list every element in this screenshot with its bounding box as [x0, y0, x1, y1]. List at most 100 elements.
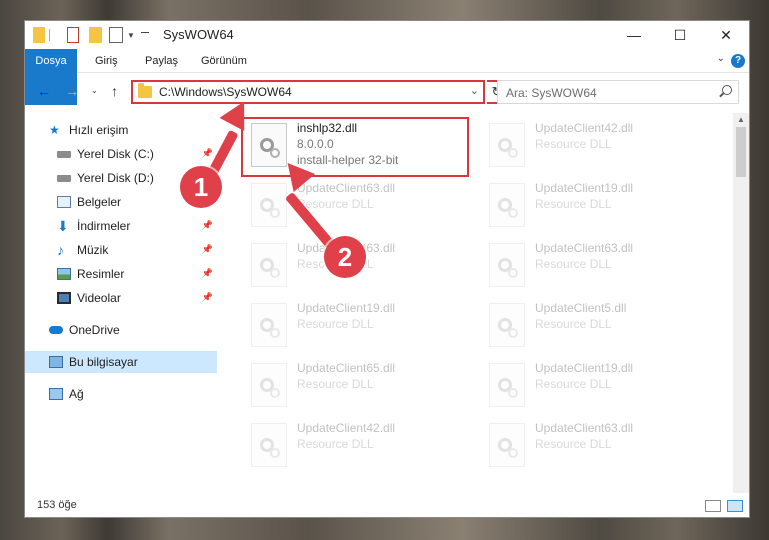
pin-icon[interactable]: 📌 [202, 268, 213, 279]
file-item[interactable]: UpdateClient63.dll Resource DLL [483, 417, 711, 473]
file-explorer-window: ▼ SysWOW64 — ☐ ✕ Dosya Giriş Paylaş Görü… [24, 20, 750, 518]
forward-arrow-icon[interactable]: → [65, 83, 79, 99]
close-button[interactable]: ✕ [703, 21, 749, 49]
dll-file-icon [251, 363, 287, 407]
pin-icon[interactable]: 📌 [202, 292, 213, 303]
nav-label: Yerel Disk (C:) [77, 147, 154, 161]
file-name: UpdateClient19.dll [535, 181, 634, 195]
back-arrow-icon[interactable]: ← [37, 83, 51, 99]
nav-label: Videolar [77, 291, 121, 305]
up-arrow-icon[interactable]: ↑ [111, 83, 118, 99]
address-bar[interactable]: C:\Windows\SysWOW64 ⌄ [131, 80, 485, 104]
item-count: 153 öğe [37, 499, 77, 511]
new-folder-icon[interactable] [89, 27, 102, 43]
search-icon[interactable] [722, 85, 732, 95]
dll-file-icon [489, 243, 525, 287]
file-item[interactable]: UpdateClient42.dll Resource DLL [245, 417, 473, 473]
file-item[interactable]: UpdateClient19.dll Resource DLL [483, 357, 711, 413]
file-name: UpdateClient42.dll [535, 121, 634, 135]
tab-home[interactable]: Giriş [85, 49, 128, 73]
step-badge-2: 2 [324, 236, 366, 278]
vertical-scrollbar[interactable]: ▲ [733, 113, 749, 493]
properties-icon[interactable] [67, 27, 79, 43]
nav-item-videos[interactable]: Videolar 📌 [25, 287, 217, 309]
scroll-up-icon[interactable]: ▲ [737, 115, 745, 124]
maximize-button[interactable]: ☐ [657, 21, 703, 49]
nav-label: OneDrive [69, 323, 120, 337]
nav-onedrive[interactable]: OneDrive [25, 319, 217, 341]
details-view-icon[interactable] [705, 500, 721, 512]
dll-file-icon [251, 303, 287, 347]
nav-item-drive-c[interactable]: Yerel Disk (C:) 📌 [25, 143, 217, 165]
dll-file-icon [251, 243, 287, 287]
download-icon: ⬇ [57, 218, 69, 234]
expand-ribbon-icon[interactable]: ⌄ [717, 53, 725, 64]
pin-icon[interactable]: 📌 [202, 148, 213, 159]
file-name: UpdateClient63.dll [297, 181, 396, 195]
scrollbar-thumb[interactable] [736, 127, 746, 177]
nav-label: Belgeler [77, 195, 122, 209]
nav-label: Ağ [69, 387, 84, 401]
title-bar: ▼ SysWOW64 — ☐ ✕ [25, 21, 749, 49]
file-name: UpdateClient5.dll [535, 301, 627, 315]
file-item[interactable]: UpdateClient19.dll Resource DLL [483, 177, 711, 233]
dll-file-icon [489, 363, 525, 407]
dll-file-icon [251, 423, 287, 467]
music-icon: ♪ [57, 242, 64, 258]
star-icon: ★ [49, 123, 60, 137]
drive-icon [57, 150, 71, 158]
dll-file-icon [489, 183, 525, 227]
file-item[interactable]: UpdateClient65.dll Resource DLL [245, 357, 473, 413]
file-type: Resource DLL [535, 317, 612, 331]
selected-file-highlight [241, 117, 469, 177]
nav-quick-access[interactable]: ★ Hızlı erişim [25, 119, 217, 141]
nav-item-pictures[interactable]: Resimler 📌 [25, 263, 217, 285]
search-input[interactable]: Ara: SysWOW64 [497, 80, 739, 104]
recent-locations-chevron-icon[interactable]: ⌄ [91, 86, 98, 95]
file-type: Resource DLL [297, 437, 374, 451]
dll-file-icon [489, 423, 525, 467]
customize-toolbar-icon[interactable] [109, 27, 123, 43]
step-badge-1: 1 [180, 166, 222, 208]
folder-icon [33, 27, 45, 43]
nav-item-music[interactable]: ♪ Müzik 📌 [25, 239, 217, 261]
ribbon-tabs: Dosya Giriş Paylaş Görünüm ⌄ ? [25, 49, 749, 105]
dll-file-icon [489, 123, 525, 167]
tab-share[interactable]: Paylaş [135, 49, 188, 73]
folder-icon [138, 83, 152, 98]
nav-label: Bu bilgisayar [69, 355, 138, 369]
nav-item-downloads[interactable]: ⬇ İndirmeler 📌 [25, 215, 217, 237]
chevron-down-icon[interactable]: ⌄ [470, 84, 479, 97]
file-type: Resource DLL [297, 317, 374, 331]
pin-icon[interactable]: 📌 [202, 220, 213, 231]
nav-label: Yerel Disk (D:) [77, 171, 154, 185]
tiles-view-icon[interactable] [727, 500, 743, 512]
pin-icon[interactable]: 📌 [202, 244, 213, 255]
address-path: C:\Windows\SysWOW64 [159, 85, 292, 99]
file-item[interactable]: UpdateClient42.dll Resource DLL [483, 117, 711, 173]
file-name: UpdateClient19.dll [535, 361, 634, 375]
file-item[interactable]: UpdateClient19.dll Resource DLL [245, 297, 473, 353]
file-type: Resource DLL [535, 137, 612, 151]
file-name: UpdateClient63.dll [535, 421, 634, 435]
separator [141, 32, 149, 33]
documents-icon [57, 196, 71, 208]
nav-this-pc[interactable]: Bu bilgisayar [25, 351, 217, 373]
nav-label: İndirmeler [77, 219, 131, 233]
tab-view[interactable]: Görünüm [191, 49, 257, 73]
nav-network[interactable]: Ağ [25, 383, 217, 405]
nav-label: Resimler [77, 267, 125, 281]
file-item[interactable]: UpdateClient5.dll Resource DLL [483, 297, 711, 353]
file-type: Resource DLL [535, 377, 612, 391]
minimize-button[interactable]: — [611, 21, 657, 49]
file-item[interactable]: UpdateClient63.dll Resource DLL [483, 237, 711, 293]
pictures-icon [57, 268, 71, 280]
separator [49, 29, 50, 41]
file-item[interactable]: UpdateClient63.dll Resource DLL [245, 177, 473, 233]
file-type: Resource DLL [535, 437, 612, 451]
chevron-down-icon[interactable]: ▼ [127, 31, 135, 40]
videos-icon [57, 292, 71, 304]
cloud-icon [49, 326, 63, 334]
help-icon[interactable]: ? [731, 54, 745, 68]
status-bar: 153 öğe [25, 495, 749, 517]
